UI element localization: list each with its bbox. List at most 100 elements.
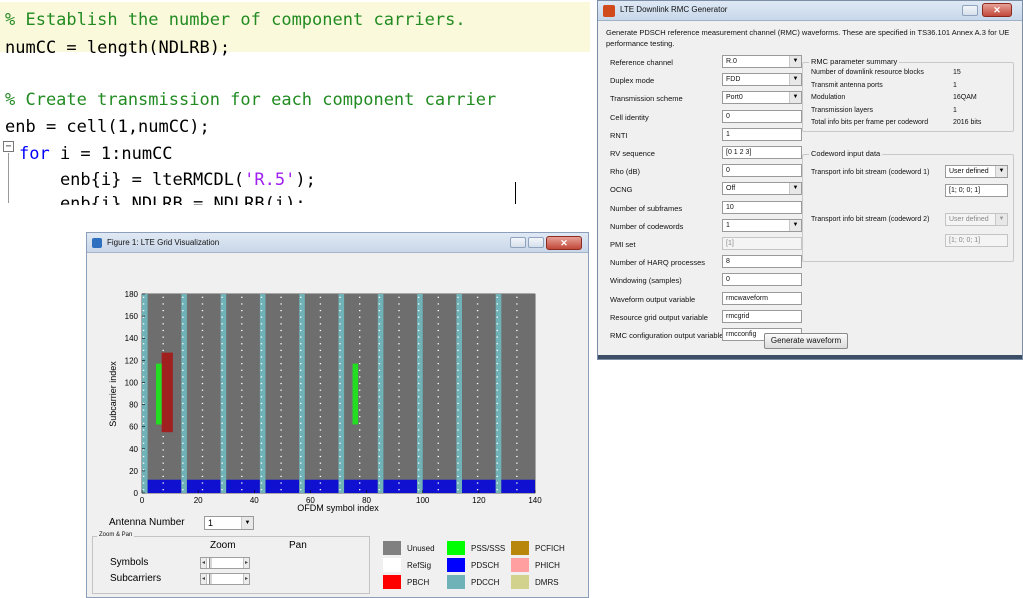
refsig-cell <box>260 449 263 451</box>
refsig-cell <box>280 416 282 418</box>
refsig-cell <box>378 429 381 431</box>
refsig-cell <box>142 376 145 378</box>
slider-thumb[interactable] <box>209 574 212 584</box>
refsig-cell <box>221 363 223 365</box>
pdcch-column <box>338 294 345 493</box>
code-editor[interactable]: % Establish the number of component carr… <box>0 0 590 205</box>
maximize-button[interactable] <box>528 237 544 248</box>
refsig-cell <box>476 349 479 351</box>
refsig-cell <box>417 429 420 431</box>
field-input[interactable]: 0 <box>722 273 802 287</box>
field-label: RV sequence <box>610 149 655 158</box>
refsig-cell <box>241 455 243 458</box>
lte-grid-chart[interactable]: 0 20 40 60 80 100 120 1400204060801001201401601… <box>87 254 589 519</box>
refsig-cell <box>221 323 223 325</box>
refsig-cell <box>516 363 518 365</box>
field-input[interactable]: 10 <box>722 200 802 214</box>
field-select[interactable]: R.0 ▼ <box>722 55 802 68</box>
field-input[interactable]: rmcgrid <box>722 309 802 323</box>
code-fold-toggle[interactable]: − <box>3 141 14 152</box>
refsig-cell <box>162 349 164 351</box>
codeword1-select[interactable]: User defined ▼ <box>945 165 1008 178</box>
rmc-titlebar[interactable]: LTE Downlink RMC Generator ✕ <box>598 1 1022 21</box>
codeword2-input[interactable]: [1; 0; 0; 1] <box>945 234 1008 247</box>
minimize-button[interactable] <box>510 237 526 248</box>
refsig-cell <box>358 316 361 318</box>
refsig-cell <box>476 329 479 332</box>
refsig-cell <box>398 455 400 458</box>
refsig-cell <box>201 309 204 312</box>
refsig-cell <box>437 316 439 318</box>
refsig-cell <box>241 323 243 325</box>
field-input[interactable]: [1] <box>722 237 802 250</box>
refsig-cell <box>241 382 243 385</box>
refsig-cell <box>437 469 439 471</box>
figure-window: Figure 1: LTE Grid Visualization ✕ 0 20 40… <box>86 232 589 598</box>
summary-value: 2016 bits <box>953 119 982 126</box>
field-input[interactable]: 8 <box>722 255 802 269</box>
codeword-group-title: Codeword input data <box>809 149 883 158</box>
refsig-cell <box>300 429 302 431</box>
codeword1-input[interactable]: [1; 0; 0; 1] <box>945 184 1008 197</box>
field-select-value: Port0 <box>726 94 743 102</box>
field-select[interactable]: 1 ▼ <box>722 218 802 232</box>
refsig-cell <box>496 336 498 338</box>
slider-left-arrow-icon[interactable]: ◂ <box>201 558 207 568</box>
refsig-cell <box>241 349 243 351</box>
refsig-cell <box>162 469 164 471</box>
refsig-cell <box>496 389 498 391</box>
refsig-cell <box>182 369 184 371</box>
field-input[interactable]: 0 <box>722 164 802 178</box>
refsig-cell <box>339 455 341 458</box>
slider-left-arrow-icon[interactable]: ◂ <box>201 574 207 584</box>
refsig-cell <box>437 409 439 411</box>
refsig-cell <box>516 422 518 424</box>
refsig-cell <box>182 416 184 418</box>
codeword2-select[interactable]: User defined ▼ <box>945 213 1008 226</box>
refsig-cell <box>339 442 341 444</box>
refsig-cell <box>241 422 243 424</box>
slider-thumb[interactable] <box>209 558 212 568</box>
refsig-cell <box>162 475 164 478</box>
refsig-cell <box>417 356 420 358</box>
close-button[interactable]: ✕ <box>982 3 1012 17</box>
field-select[interactable]: Off ▼ <box>722 182 802 196</box>
refsig-cell <box>221 429 223 431</box>
refsig-cell <box>300 396 302 398</box>
figure-titlebar[interactable]: Figure 1: LTE Grid Visualization ✕ <box>87 233 588 253</box>
refsig-cell <box>241 296 243 298</box>
refsig-cell <box>476 422 479 424</box>
refsig-cell <box>457 323 459 325</box>
refsig-cell <box>457 396 459 398</box>
antenna-number-select[interactable]: 1 ▼ <box>204 516 254 530</box>
refsig-cell <box>516 303 518 305</box>
symbols-zoom-slider[interactable]: ◂ ▸ <box>200 557 250 569</box>
refsig-cell <box>182 396 184 398</box>
minimize-button[interactable] <box>962 5 978 16</box>
refsig-cell <box>201 416 204 418</box>
refsig-cell <box>476 316 479 318</box>
code-text: ); <box>295 170 316 190</box>
generate-waveform-button[interactable]: Generate waveform <box>764 333 848 349</box>
refsig-cell <box>358 475 361 478</box>
field-input[interactable]: 1 <box>722 127 802 141</box>
field-select[interactable]: FDD ▼ <box>722 73 802 87</box>
refsig-cell <box>162 303 164 305</box>
summary-value: 15 <box>953 69 961 76</box>
field-input[interactable]: [0 1 2 3] <box>722 146 802 159</box>
slider-right-arrow-icon[interactable]: ▸ <box>243 574 249 584</box>
code-keyword: for <box>19 144 50 164</box>
subcarriers-zoom-slider[interactable]: ◂ ▸ <box>200 573 250 585</box>
field-input[interactable]: rmcwaveform <box>722 291 802 305</box>
close-button[interactable]: ✕ <box>546 236 582 250</box>
refsig-cell <box>516 336 518 338</box>
refsig-cell <box>358 402 361 405</box>
field-input[interactable]: 0 <box>722 109 802 123</box>
pbch-block <box>161 352 173 433</box>
legend-swatch <box>447 575 465 589</box>
refsig-cell <box>398 356 400 358</box>
slider-right-arrow-icon[interactable]: ▸ <box>243 558 249 568</box>
field-select[interactable]: Port0 ▼ <box>722 91 802 105</box>
refsig-cell <box>339 356 341 358</box>
refsig-cell <box>319 462 322 464</box>
